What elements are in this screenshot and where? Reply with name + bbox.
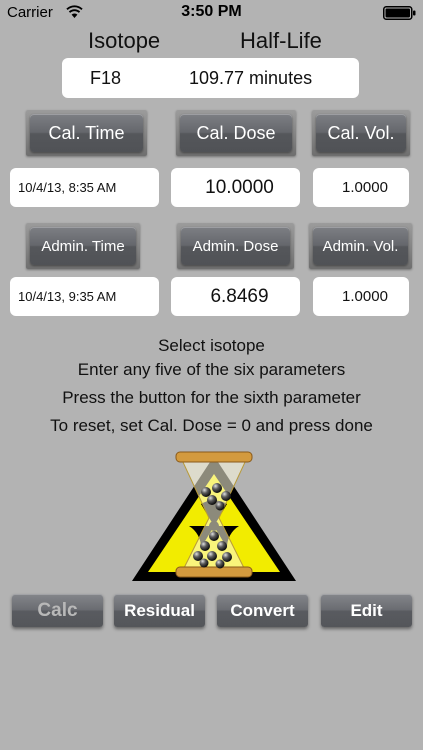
cal-dose-button[interactable]: Cal. Dose <box>180 114 292 152</box>
instruction-press-button: Press the button for the sixth parameter <box>62 388 361 407</box>
status-bar: Carrier 3:50 PM <box>0 0 423 26</box>
admin-time-field[interactable]: 10/4/13, 9:35 AM <box>10 277 159 316</box>
admin-time-button[interactable]: Admin. Time <box>30 227 136 265</box>
calc-button[interactable]: Calc <box>12 594 103 627</box>
halflife-header: Half-Life <box>240 28 322 53</box>
edit-button[interactable]: Edit <box>321 594 412 627</box>
instruction-select-isotope: Select isotope <box>158 336 265 355</box>
admin-dose-field[interactable]: 6.8469 <box>171 277 300 316</box>
admin-dose-button[interactable]: Admin. Dose <box>181 227 290 265</box>
isotope-selector[interactable]: F18 109.77 minutes <box>62 58 359 98</box>
instruction-reset: To reset, set Cal. Dose = 0 and press do… <box>50 416 373 435</box>
convert-button[interactable]: Convert <box>217 594 308 627</box>
residual-button[interactable]: Residual <box>114 594 205 627</box>
cal-time-button[interactable]: Cal. Time <box>30 114 143 152</box>
instruction-enter-five: Enter any five of the six parameters <box>77 360 346 379</box>
battery-icon <box>383 6 416 20</box>
admin-volume-button[interactable]: Admin. Vol. <box>313 227 408 265</box>
isotope-half-life: 109.77 minutes <box>189 68 313 88</box>
cal-dose-field[interactable]: 10.0000 <box>171 168 300 207</box>
isotope-name: F18 <box>90 68 122 88</box>
radiation-hourglass-logo <box>132 451 296 581</box>
cal-time-field[interactable]: 10/4/13, 8:35 AM <box>10 168 159 207</box>
cal-volume-field[interactable]: 1.0000 <box>313 168 409 207</box>
status-time: 3:50 PM <box>181 3 242 20</box>
cal-volume-button[interactable]: Cal. Vol. <box>316 114 406 152</box>
admin-volume-field[interactable]: 1.0000 <box>313 277 409 316</box>
isotope-header: Isotope <box>88 28 161 53</box>
